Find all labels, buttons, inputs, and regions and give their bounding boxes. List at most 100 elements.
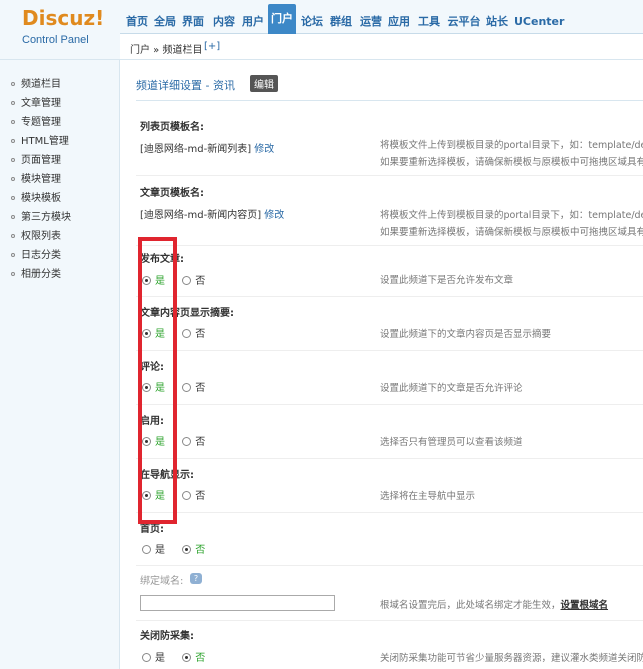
sidebar-item-label: 专题管理	[21, 117, 61, 128]
sidebar-item-label: 文章管理	[21, 98, 61, 109]
bullet-icon	[11, 120, 15, 124]
bind-domain-label: 绑定域名:	[140, 576, 184, 587]
comment-no-radio[interactable]	[182, 383, 192, 392]
tab-forum[interactable]: 论坛	[299, 12, 325, 32]
radio-label-yes: 是	[155, 653, 165, 664]
tab-style[interactable]: 界面	[180, 12, 206, 32]
sidebar-item-pages[interactable]: 页面管理	[11, 151, 61, 167]
bind-domain-input[interactable]	[140, 595, 335, 611]
tab-cloud[interactable]: 云平台	[445, 12, 483, 32]
divider	[136, 296, 643, 297]
help-icon[interactable]: ?	[190, 573, 202, 584]
tab-user[interactable]: 用户	[240, 12, 266, 32]
tab-extended[interactable]: 运营	[358, 12, 384, 32]
logo[interactable]: Discuz! Control Panel	[0, 0, 120, 60]
divider	[136, 350, 643, 351]
divider	[136, 404, 643, 405]
tab-content[interactable]: 内容	[211, 12, 237, 32]
comment-hint: 设置此频道下的文章是否允许评论	[380, 383, 523, 394]
bullet-icon	[11, 196, 15, 200]
bullet-icon	[11, 82, 15, 86]
anti-collect-yes-radio[interactable]	[142, 653, 151, 662]
sidebar-item-label: 第三方模块	[21, 212, 71, 223]
tab-portal[interactable]: 门户	[268, 4, 296, 34]
list-template-label: 列表页模板名:	[140, 122, 204, 133]
anti-collect-no-radio[interactable]	[182, 653, 192, 662]
article-template-hint-2: 如果要重新选择模板，请确保新模板与原模板中可拖拽区域具有相	[380, 227, 643, 238]
sidebar-item-label: 相册分类	[21, 269, 61, 280]
bullet-icon	[11, 272, 15, 276]
bullet-icon	[11, 253, 15, 257]
tab-global[interactable]: 全局	[152, 12, 178, 32]
divider	[136, 175, 643, 176]
bind-domain-hint-text: 根域名设置完后，此处域名绑定才能生效，	[380, 600, 561, 611]
enable-hint: 选择否只有管理员可以查看该频道	[380, 437, 523, 448]
header: Discuz! Control Panel 首页 全局 界面 内容 用户 门户 …	[0, 0, 643, 60]
summary-no-radio[interactable]	[182, 329, 192, 338]
article-template-hint-1: 将模板文件上传到模板目录的portal目录下，如：template/defa	[380, 210, 643, 221]
sidebar-item-label: 页面管理	[21, 155, 61, 166]
sidebar-item-blog-category[interactable]: 日志分类	[11, 246, 61, 262]
sidebar-item-label: 日志分类	[21, 250, 61, 261]
list-template-name: [迪恩网络-md-新闻列表]	[140, 144, 252, 155]
page-title: 频道详细设置 - 资讯	[136, 79, 235, 92]
anti-collect-radio-group: 是 否	[142, 649, 219, 664]
bullet-icon	[11, 158, 15, 162]
sidebar-item-label: 模块模板	[21, 193, 61, 204]
publish-article-hint: 设置此频道下是否允许发布文章	[380, 275, 514, 286]
list-template-hint-2: 如果要重新选择模板，请确保新模板与原模板中可拖拽区域具有相	[380, 157, 643, 168]
logo-subtitle: Control Panel	[22, 34, 89, 46]
edit-button[interactable]: 编辑	[250, 75, 278, 92]
breadcrumb-text: 门户 » 频道栏目	[130, 45, 203, 56]
radio-label-no: 否	[195, 276, 206, 287]
bind-domain-hint: 根域名设置完后，此处域名绑定才能生效，设置根域名	[380, 597, 608, 614]
divider	[136, 100, 643, 101]
home-yes-radio[interactable]	[142, 545, 151, 554]
sidebar-item-third-party[interactable]: 第三方模块	[11, 208, 71, 224]
sidebar-item-album-category[interactable]: 相册分类	[11, 265, 61, 281]
divider	[136, 565, 643, 566]
radio-label-no: 否	[195, 383, 206, 394]
radio-label-no: 否	[195, 545, 206, 556]
publish-no-radio[interactable]	[182, 276, 192, 285]
logo-brand: Discuz!	[22, 6, 105, 30]
tab-tools[interactable]: 工具	[416, 12, 442, 32]
radio-label-yes: 是	[155, 545, 165, 556]
divider	[136, 245, 643, 246]
divider	[136, 620, 643, 621]
sidebar-item-label: 频道栏目	[21, 79, 61, 90]
sidebar-item-channel[interactable]: 频道栏目	[11, 75, 61, 91]
tab-group[interactable]: 群组	[328, 12, 354, 32]
sidebar: 频道栏目 文章管理 专题管理 HTML管理 页面管理 模块管理 模块模板 第三方…	[0, 60, 120, 669]
set-root-domain-link[interactable]: 设置根域名	[561, 600, 609, 611]
tab-ucenter[interactable]: UCenter	[514, 12, 564, 32]
sidebar-item-permissions[interactable]: 权限列表	[11, 227, 61, 243]
divider	[136, 512, 643, 513]
article-template-edit-link[interactable]: 修改	[264, 210, 284, 221]
sidebar-item-topics[interactable]: 专题管理	[11, 113, 61, 129]
home-no-radio[interactable]	[182, 545, 192, 554]
sidebar-item-html[interactable]: HTML管理	[11, 132, 69, 148]
sidebar-item-block-templates[interactable]: 模块模板	[11, 189, 61, 205]
anti-collect-label: 关闭防采集:	[140, 631, 194, 642]
sidebar-item-blocks[interactable]: 模块管理	[11, 170, 61, 186]
tab-home[interactable]: 首页	[124, 12, 150, 32]
article-template-value: [迪恩网络-md-新闻内容页] 修改	[140, 206, 284, 221]
tab-founder[interactable]: 站长	[484, 12, 510, 32]
enable-no-radio[interactable]	[182, 437, 192, 446]
show-summary-hint: 设置此频道下的文章内容页是否显示摘要	[380, 329, 552, 340]
add-button[interactable]: [+]	[204, 41, 220, 52]
top-navigation: 首页 全局 界面 内容 用户 门户 论坛 群组 运营 应用 工具 云平台 站长 …	[120, 0, 643, 34]
list-template-hint-1: 将模板文件上传到模板目录的portal目录下，如：template/defa	[380, 140, 643, 151]
list-template-value: [迪恩网络-md-新闻列表] 修改	[140, 140, 274, 155]
breadcrumb: 门户 » 频道栏目 [+]	[120, 34, 643, 60]
bullet-icon	[11, 234, 15, 238]
nav-no-radio[interactable]	[182, 491, 192, 500]
sidebar-item-label: 模块管理	[21, 174, 61, 185]
tab-plugin[interactable]: 应用	[386, 12, 412, 32]
list-template-edit-link[interactable]: 修改	[254, 144, 274, 155]
sidebar-item-label: 权限列表	[21, 231, 61, 242]
radio-label-no: 否	[195, 491, 206, 502]
radio-label-no: 否	[195, 653, 206, 664]
sidebar-item-articles[interactable]: 文章管理	[11, 94, 61, 110]
